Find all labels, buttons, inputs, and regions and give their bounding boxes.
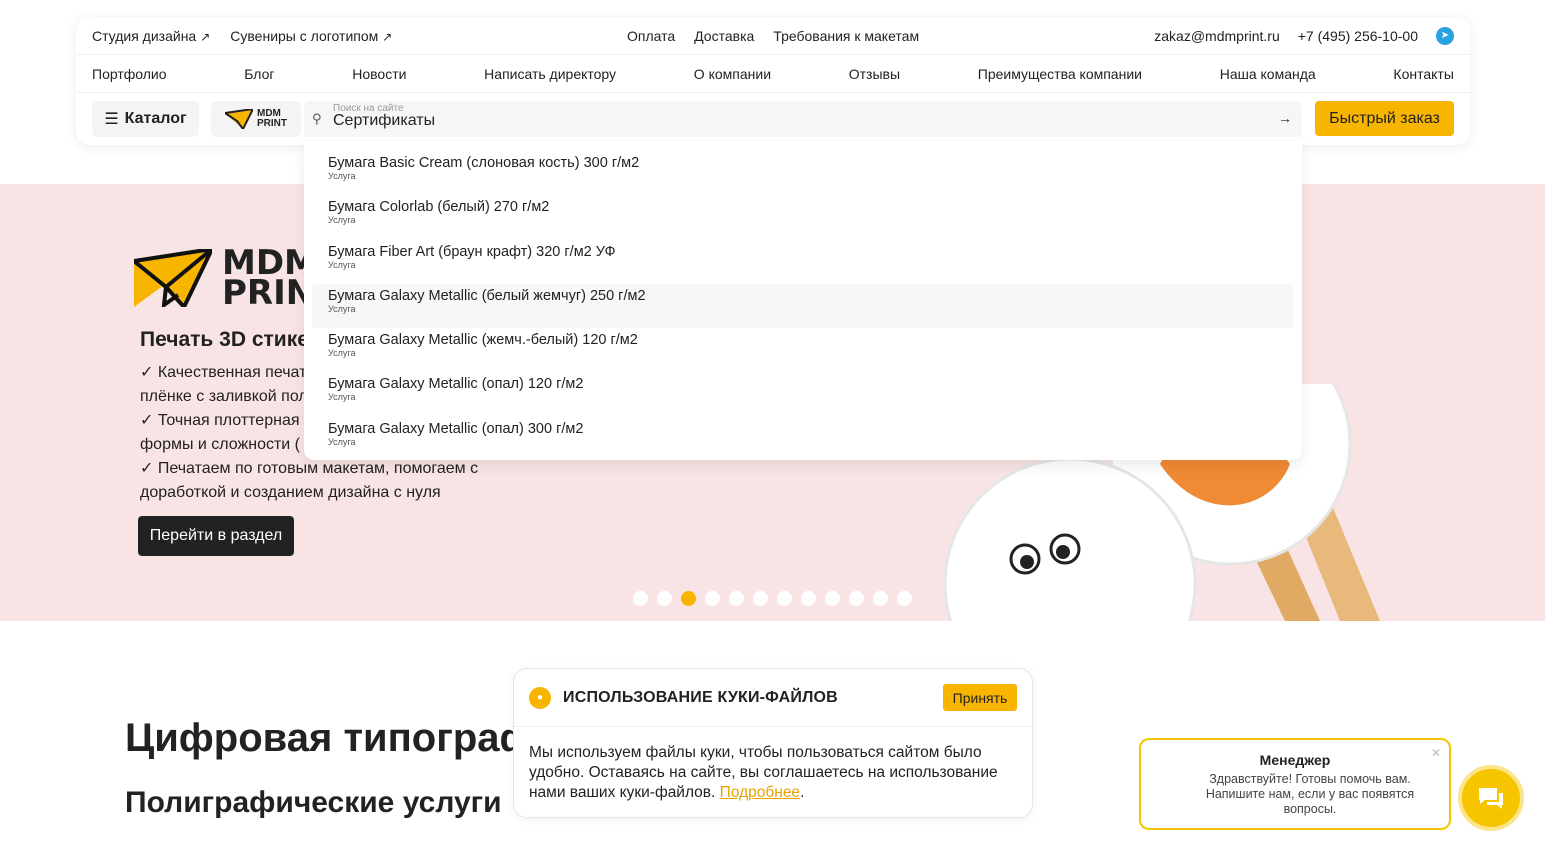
cookie-text: Мы используем файлы куки, чтобы пользова… [529,744,998,801]
hero-line: доработкой и созданием дизайна с нуля [140,484,441,501]
quick-order-button[interactable]: Быстрый заказ [1315,101,1454,136]
search-result-item[interactable]: Бумага Galaxy Metallic (опал) 120 г/м2 Ус… [312,372,1294,416]
cookie-banner: ● ИСПОЛЬЗОВАНИЕ КУКИ-ФАЙЛОВ Принять Мы и… [513,668,1033,818]
chat-manager-name: Менеджер [1259,752,1331,768]
souvenirs-label: Сувениры с логотипом [230,27,379,44]
chat-button[interactable] [1458,765,1524,831]
slider-dot[interactable] [777,591,792,606]
search-result-item[interactable]: Бумага Galaxy Metallic (белый жемчуг) 25… [312,283,1294,329]
cookie-title: ИСПОЛЬЗОВАНИЕ КУКИ-ФАЙЛОВ [563,688,838,706]
payment-link[interactable]: Оплата [627,28,675,44]
close-icon[interactable]: ✕ [1431,746,1441,760]
main-nav: Портфолио Блог Новости Написать директор… [76,55,1470,93]
nav-portfolio[interactable]: Портфолио [92,66,167,82]
slider-dot[interactable] [657,591,672,606]
result-title: Бумага Basic Cream (слоновая кость) 300 … [328,155,640,171]
slider-dot[interactable] [873,591,888,606]
layout-requirements-link[interactable]: Требования к макетам [773,28,919,44]
result-type: Услуга [328,259,356,270]
top-bar: Студия дизайна ↗ Сувениры с логотипом ↗ Оп… [76,17,1470,55]
nav-blog[interactable]: Блог [244,66,274,82]
search-icon: ⚲ [312,111,322,126]
result-type: Услуга [328,215,356,226]
paper-plane-logo-icon [134,249,212,307]
slider-dot[interactable] [705,591,720,606]
slider-dot[interactable] [801,591,816,606]
nav-news[interactable]: Новости [352,66,406,82]
nav-advantages[interactable]: Преимущества компании [978,66,1142,82]
email-link[interactable]: zakaz@mdmprint.ru [1154,28,1279,44]
result-title: Бумага Galaxy Metallic (опал) 300 г/м2 [328,420,584,437]
nav-about[interactable]: О компании [694,66,771,82]
hero-title: Печать 3D стике [140,328,309,351]
search-result-item[interactable]: Бумага Galaxy Metallic (жемч.-белый) 120… [312,328,1294,372]
accept-cookies-button[interactable]: Принять [943,684,1017,711]
search-results-dropdown: Бумага Basic Cream (слоновая кость) 300 … [304,141,1302,460]
logo-text-line2: PRINT [257,118,287,129]
catalog-label: Каталог [124,110,187,127]
external-arrow-icon: ↗ [382,29,393,44]
chat-popup: ✕ Менеджер Здравствуйте! Готовы помочь в… [1139,738,1451,830]
cookie-more-link[interactable]: Подробнее [720,784,800,801]
souvenirs-link[interactable]: Сувениры с логотипом ↗ [230,28,392,44]
phone-link[interactable]: +7 (495) 256-10-00 [1298,28,1418,44]
paper-plane-icon [225,109,253,129]
result-type: Услуга [328,392,356,403]
nav-write-director[interactable]: Написать директору [484,66,616,82]
external-arrow-icon: ↗ [200,29,211,44]
slider-dot[interactable] [897,591,912,606]
result-title: Бумага Colorlab (белый) 270 г/м2 [328,199,550,216]
slider-dot[interactable] [633,591,648,606]
result-type: Услуга [328,303,356,314]
cookie-icon: ● [529,686,551,709]
slider-dot[interactable] [753,591,768,606]
menu-icon: ☰ [104,111,119,128]
result-type: Услуга [328,171,356,181]
slider-dot[interactable] [729,591,744,606]
result-title: Бумага Galaxy Metallic (белый жемчуг) 25… [328,287,646,304]
slider-dots [633,591,912,606]
header-logo[interactable]: MDM PRINT [211,101,301,137]
slider-dot[interactable] [825,591,840,606]
nav-team[interactable]: Наша команда [1220,66,1316,82]
toolbar: ☰ Каталог MDM PRINT ⚲ Поиск на сайте Серт… [76,93,1470,145]
chat-message: Здравствуйте! Готовы помочь вам. Напишит… [1205,772,1415,816]
chat-bubble-icon [1479,788,1503,809]
go-to-section-button[interactable]: Перейти в раздел [138,516,294,556]
search-result-item[interactable]: Бумага Basic Cream (слоновая кость) 300 … [312,151,1294,195]
result-type: Услуга [328,436,356,447]
result-type: Услуга [328,348,356,359]
result-title: Бумага Galaxy Metallic (опал) 120 г/м2 [328,376,584,393]
nav-contacts[interactable]: Контакты [1393,66,1453,82]
search-result-item[interactable]: Бумага Colorlab (белый) 270 г/м2 Услуга [312,195,1294,239]
search-value: Сертификаты [333,112,436,129]
arrow-right-icon[interactable]: → [1278,110,1292,126]
nav-reviews[interactable]: Отзывы [849,66,900,82]
catalog-button[interactable]: ☰ Каталог [92,101,199,137]
design-studio-label: Студия дизайна [92,27,197,44]
telegram-icon[interactable]: ➤ [1436,26,1454,45]
result-title: Бумага Galaxy Metallic (жемч.-белый) 120… [328,332,638,349]
page-title: Цифровая типограф [125,716,535,760]
result-title: Бумага Fiber Art (браун крафт) 320 г/м2 … [328,243,616,260]
slider-dot-active[interactable] [681,591,696,606]
search-result-item[interactable]: Бумага Fiber Art (браун крафт) 320 г/м2 … [312,240,1294,284]
slider-dot[interactable] [849,591,864,606]
search-result-item[interactable]: Бумага Galaxy Metallic (опал) 300 г/м2 Ус… [312,417,1294,461]
site-header: Студия дизайна ↗ Сувениры с логотипом ↗ Оп… [76,17,1470,145]
search-input[interactable]: ⚲ Поиск на сайте Сертификаты → [304,101,1302,137]
delivery-link[interactable]: Доставка [694,28,754,44]
design-studio-link[interactable]: Студия дизайна ↗ [92,28,210,44]
cookie-header: ● ИСПОЛЬЗОВАНИЕ КУКИ-ФАЙЛОВ Принять [514,669,1032,727]
section-subtitle: Полиграфические услуги [125,786,502,819]
